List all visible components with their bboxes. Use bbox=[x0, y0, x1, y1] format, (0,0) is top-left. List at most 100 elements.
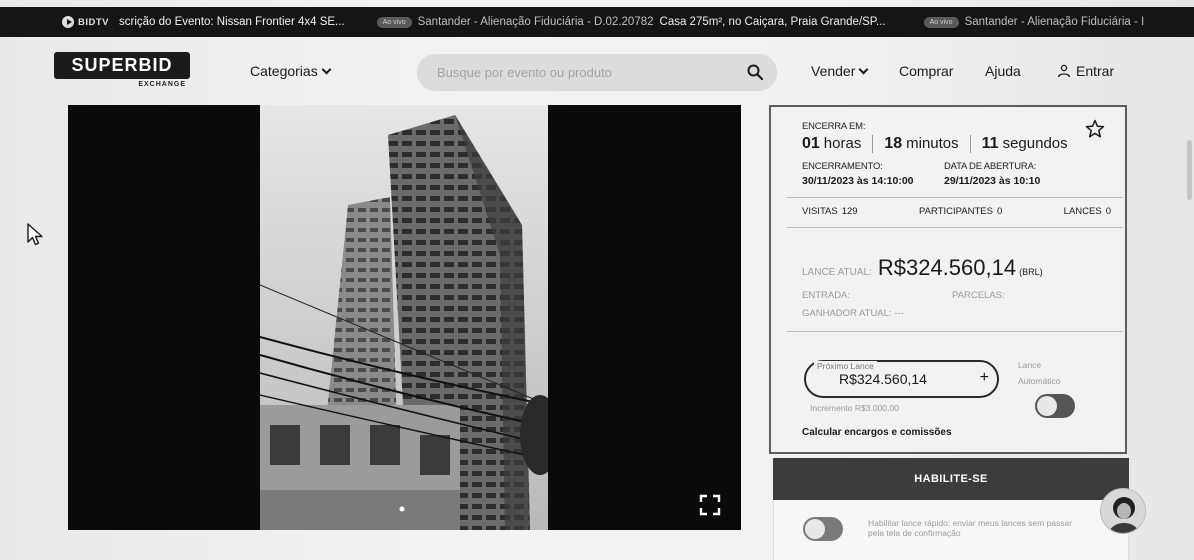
user-icon bbox=[1057, 64, 1071, 78]
page: BIDTV scrição do Evento: Nissan Frontier… bbox=[0, 0, 1194, 560]
logo-wordmark: SUPERBID bbox=[54, 52, 190, 79]
participants-label: PARTICIPANTES bbox=[919, 206, 993, 217]
current-winner: GANHADOR ATUAL: --- bbox=[802, 308, 1111, 319]
opening-date: DATA DE ABERTURA: 29/11/2023 às 10:10 bbox=[944, 161, 1086, 187]
divider bbox=[787, 331, 1123, 332]
winner-value: --- bbox=[894, 308, 904, 319]
divider bbox=[787, 197, 1123, 198]
bidtv-label: BIDTV bbox=[78, 16, 109, 28]
bids-stat: LANCES 0 bbox=[1064, 206, 1111, 217]
mouse-cursor-icon bbox=[27, 223, 43, 246]
bid-area: Próximo Lance + Incremento R$3.000,00 La… bbox=[802, 354, 1111, 424]
comprar-link[interactable]: Comprar bbox=[899, 63, 953, 79]
support-avatar[interactable] bbox=[1100, 488, 1146, 534]
star-icon[interactable] bbox=[1085, 119, 1105, 139]
current-bid-label: LANCE ATUAL: bbox=[802, 267, 872, 278]
superbid-logo[interactable]: SUPERBID EXCHANGE bbox=[54, 52, 190, 94]
property-photo[interactable] bbox=[260, 105, 548, 530]
ticker-item-text: Santander - Alienação Fiduciária - D.02.… bbox=[417, 16, 654, 28]
current-bid: LANCE ATUAL: R$324.560,14 (BRL) bbox=[802, 255, 1111, 281]
countdown-seconds: 11 bbox=[981, 135, 999, 152]
visits-stat: VISITAS 129 bbox=[802, 206, 858, 217]
ticker-item[interactable]: Ao vivo Santander - Alienação Fiduciária… bbox=[376, 16, 654, 28]
building-illustration bbox=[260, 105, 548, 530]
page-scrollbar[interactable] bbox=[1187, 140, 1192, 200]
bidtv-logo[interactable]: BIDTV bbox=[62, 16, 109, 28]
quick-bid-toggle[interactable] bbox=[803, 517, 843, 541]
countdown-divider bbox=[872, 135, 874, 153]
habilite-button[interactable]: HABILITE-SE bbox=[773, 458, 1129, 500]
chevron-down-icon bbox=[321, 64, 332, 74]
participants-value: 0 bbox=[996, 206, 1003, 217]
auction-dates: ENCERRAMENTO: 30/11/2023 às 14:10:00 DAT… bbox=[802, 161, 1111, 187]
quick-bid-description: Habilitar lance rápido: enviar meus lanc… bbox=[868, 518, 1073, 538]
ticker-item-text: scrição do Evento: Nissan Frontier 4x4 S… bbox=[119, 16, 345, 28]
categories-label: Categorias bbox=[250, 63, 318, 79]
parcelas-label: PARCELAS: bbox=[952, 290, 1005, 301]
play-icon bbox=[62, 16, 74, 28]
vender-label: Vender bbox=[811, 63, 856, 79]
countdown-divider bbox=[969, 135, 971, 153]
quick-bid-panel: Habilitar lance rápido: enviar meus lanc… bbox=[773, 500, 1129, 560]
fullscreen-icon[interactable] bbox=[699, 494, 721, 516]
chevron-down-icon bbox=[858, 64, 869, 74]
plus-icon[interactable]: + bbox=[980, 369, 989, 387]
search-bar bbox=[417, 54, 777, 91]
closing-date: ENCERRAMENTO: 30/11/2023 às 14:10:00 bbox=[802, 161, 944, 187]
payment-info: ENTRADA: PARCELAS: bbox=[802, 290, 1111, 301]
comprar-label: Comprar bbox=[899, 63, 954, 79]
bids-value: 0 bbox=[1105, 206, 1111, 217]
ticker-item[interactable]: Ao vivo Santander - Alienação Fiduciária… bbox=[923, 16, 1145, 28]
auto-bid-label-line2: Automático bbox=[1018, 376, 1061, 386]
auction-panel: ENCERRA EM: 01 horas 18 minutos 11 segun… bbox=[769, 105, 1127, 454]
vender-menu[interactable]: Vender bbox=[811, 63, 869, 79]
ticker-item-text: Casa 275m², no Caiçara, Praia Grande/SP.… bbox=[659, 16, 886, 28]
logo-subtitle: EXCHANGE bbox=[138, 81, 186, 88]
countdown-hours: 01 bbox=[802, 135, 820, 152]
search-input[interactable] bbox=[437, 65, 727, 80]
closing-label: ENCERRAMENTO: bbox=[802, 161, 883, 172]
toggle-knob bbox=[1037, 396, 1057, 416]
auction-stats: VISITAS 129 PARTICIPANTES 0 LANCES 0 bbox=[802, 206, 1111, 217]
opening-label: DATA DE ABERTURA: bbox=[944, 161, 1037, 172]
opening-value: 29/11/2023 às 10:10 bbox=[944, 175, 1041, 187]
toggle-knob bbox=[805, 519, 825, 539]
closing-value: 30/11/2023 às 14:10:00 bbox=[802, 175, 914, 187]
auto-bid-label-line1: Lance bbox=[1018, 360, 1042, 370]
entrada-label: ENTRADA: bbox=[802, 290, 851, 301]
current-bid-value: R$324.560,14 bbox=[877, 255, 1017, 280]
visits-value: 129 bbox=[841, 206, 858, 217]
bids-label: LANCES bbox=[1063, 206, 1102, 217]
image-gallery[interactable] bbox=[68, 105, 741, 530]
ajuda-label: Ajuda bbox=[985, 63, 1021, 79]
ajuda-link[interactable]: Ajuda bbox=[985, 63, 1021, 79]
avatar-image bbox=[1101, 489, 1145, 533]
ends-in-label: ENCERRA EM: bbox=[802, 121, 866, 132]
auto-bid-label: Lance Automático bbox=[1018, 357, 1061, 389]
auto-bid-toggle[interactable] bbox=[1035, 394, 1075, 418]
calculate-fees-link[interactable]: Calcular encargos e comissões bbox=[802, 427, 952, 438]
divider bbox=[787, 227, 1123, 228]
bid-increment: Incremento R$3.000,00 bbox=[810, 403, 899, 413]
site-header: SUPERBID EXCHANGE Categorias Vender Comp… bbox=[0, 37, 1194, 103]
search-icon[interactable] bbox=[747, 64, 763, 80]
countdown-hours-unit: horas bbox=[823, 135, 862, 152]
next-bid-label: Próximo Lance bbox=[814, 361, 877, 371]
countdown-minutes: 18 bbox=[884, 135, 903, 152]
winner-label: GANHADOR ATUAL: bbox=[802, 308, 892, 319]
ticker-item[interactable]: scrição do Evento: Nissan Frontier 4x4 S… bbox=[119, 16, 345, 28]
news-ticker[interactable]: BIDTV scrição do Evento: Nissan Frontier… bbox=[0, 7, 1194, 37]
live-badge: Ao vivo bbox=[376, 16, 412, 28]
next-bid-input[interactable] bbox=[839, 371, 959, 387]
ticker-item-text: Santander - Alienação Fiduciária - I bbox=[964, 16, 1145, 28]
currency-code: (BRL) bbox=[1019, 267, 1043, 277]
entrar-link[interactable]: Entrar bbox=[1057, 63, 1114, 79]
countdown-minutes-unit: minutos bbox=[906, 135, 959, 152]
ticker-item[interactable]: Casa 275m², no Caiçara, Praia Grande/SP.… bbox=[660, 16, 886, 28]
categories-menu[interactable]: Categorias bbox=[250, 63, 332, 79]
next-bid-field: Próximo Lance + bbox=[804, 360, 999, 398]
entrar-label: Entrar bbox=[1076, 63, 1115, 79]
live-badge: Ao vivo bbox=[923, 16, 959, 28]
countdown: 01 horas 18 minutos 11 segundos bbox=[802, 135, 1111, 153]
participants-stat: PARTICIPANTES 0 bbox=[919, 206, 1002, 217]
